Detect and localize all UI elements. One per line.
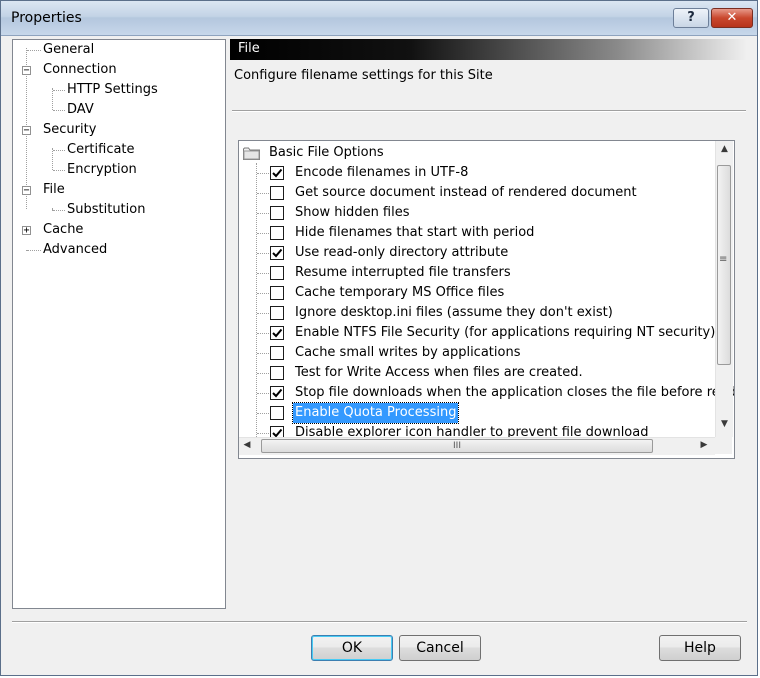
option-label: Encode filenames in UTF-8 — [295, 165, 469, 180]
group-label: Basic File Options — [269, 145, 384, 160]
option-checkbox[interactable] — [270, 246, 284, 260]
tree-line — [257, 273, 269, 274]
checkmark-icon — [272, 328, 283, 338]
checkmark-icon — [272, 248, 283, 258]
tree-line — [53, 90, 65, 91]
option-label: Cache temporary MS Office files — [295, 285, 505, 300]
option-label: Show hidden files — [295, 205, 410, 220]
title-close-button[interactable]: ✕ — [711, 8, 753, 28]
horizontal-scroll-thumb[interactable]: III — [261, 439, 653, 453]
option-label: Use read-only directory attribute — [295, 245, 509, 260]
option-checkbox[interactable] — [270, 206, 284, 220]
cache-expander[interactable]: + — [22, 226, 31, 236]
settings-tree[interactable]: − − − + General Connection HTTP Settings… — [12, 39, 226, 609]
option-checkbox[interactable] — [270, 286, 284, 300]
tree-line — [52, 88, 53, 110]
option-checkbox[interactable] — [270, 406, 284, 420]
option-checkbox[interactable] — [270, 326, 284, 340]
tree-item-encryption[interactable]: Encryption — [67, 160, 137, 180]
tree-line — [257, 433, 269, 434]
footer-separator — [12, 621, 747, 623]
panel-separator — [232, 110, 746, 112]
tree-item-connection[interactable]: Connection — [43, 60, 117, 80]
option-checkbox[interactable] — [270, 186, 284, 200]
tree-line — [53, 110, 65, 111]
scroll-left-arrow-icon[interactable]: ◀ — [241, 440, 253, 450]
panel-header-title: File — [238, 41, 260, 56]
option-checkbox[interactable] — [270, 306, 284, 320]
tree-line — [257, 193, 269, 194]
window-title: Properties — [11, 10, 82, 26]
option-label: Stop file downloads when the application… — [295, 385, 735, 400]
tree-item-cache[interactable]: Cache — [43, 220, 83, 240]
tree-item-advanced[interactable]: Advanced — [43, 240, 107, 260]
tree-line — [52, 148, 53, 170]
grip-icon: ≡ — [719, 254, 728, 265]
scroll-right-arrow-icon[interactable]: ▶ — [698, 440, 710, 450]
checkmark-icon — [272, 168, 283, 178]
option-label: Enable Quota Processing — [291, 402, 460, 424]
tree-item-certificate[interactable]: Certificate — [67, 140, 135, 160]
tree-line — [257, 333, 269, 334]
option-checkbox[interactable] — [270, 226, 284, 240]
cancel-button[interactable]: Cancel — [399, 635, 481, 661]
option-label: Enable NTFS File Security (for applicati… — [295, 325, 716, 340]
grip-icon: III — [453, 441, 461, 451]
option-checkbox[interactable] — [270, 366, 284, 380]
tree-item-substitution[interactable]: Substitution — [67, 200, 145, 220]
tree-line — [257, 313, 269, 314]
tree-line — [257, 353, 269, 354]
tree-line — [53, 150, 65, 151]
ok-button[interactable]: OK — [311, 635, 393, 661]
tree-line — [256, 163, 257, 437]
title-bar[interactable]: Properties ? ✕ — [1, 1, 757, 36]
file-expander[interactable]: − — [22, 186, 31, 196]
panel-header: File — [230, 39, 747, 60]
vertical-scroll-thumb[interactable]: ≡ — [717, 165, 731, 365]
option-label: Test for Write Access when files are cre… — [295, 365, 583, 380]
file-options-list[interactable]: Basic File Options Encode filenames in U… — [238, 140, 735, 459]
tree-item-http-settings[interactable]: HTTP Settings — [67, 80, 158, 100]
tree-line — [257, 413, 269, 414]
scroll-down-arrow-icon[interactable]: ▼ — [716, 419, 733, 429]
tree-line — [27, 250, 41, 251]
scrollbar-corner — [715, 437, 732, 454]
tree-line — [257, 293, 269, 294]
option-checkbox[interactable] — [270, 386, 284, 400]
security-expander[interactable]: − — [22, 126, 31, 136]
option-checkbox[interactable] — [270, 346, 284, 360]
tree-item-file[interactable]: File — [43, 180, 65, 200]
option-checkbox[interactable] — [270, 166, 284, 180]
tree-item-general[interactable]: General — [43, 40, 94, 60]
panel-description: Configure filename settings for this Sit… — [234, 68, 493, 83]
option-label: Get source document instead of rendered … — [295, 185, 637, 200]
properties-window: Properties ? ✕ − − − + General Connectio… — [0, 0, 758, 676]
scroll-up-arrow-icon[interactable]: ▲ — [716, 144, 733, 154]
tree-line — [27, 50, 41, 51]
option-label: Resume interrupted file transfers — [295, 265, 511, 280]
connection-expander[interactable]: − — [22, 66, 31, 76]
tree-item-dav[interactable]: DAV — [67, 100, 94, 120]
option-label: Hide filenames that start with period — [295, 225, 535, 240]
vertical-scrollbar[interactable]: ▲ ≡ ▼ — [715, 141, 733, 437]
tree-line — [257, 213, 269, 214]
folder-icon — [243, 147, 260, 160]
tree-line — [257, 373, 269, 374]
option-label: Cache small writes by applications — [295, 345, 521, 360]
tree-line — [53, 170, 65, 171]
help-button[interactable]: Help — [659, 635, 741, 661]
tree-line — [53, 210, 65, 211]
horizontal-scrollbar[interactable]: ◀ III ▶ — [239, 437, 715, 455]
tree-line — [257, 253, 269, 254]
tree-line — [257, 233, 269, 234]
tree-line — [257, 173, 269, 174]
tree-line — [257, 393, 269, 394]
tree-item-security[interactable]: Security — [43, 120, 96, 140]
option-label: Ignore desktop.ini files (assume they do… — [295, 305, 613, 320]
checkmark-icon — [272, 388, 283, 398]
title-help-button[interactable]: ? — [673, 8, 709, 28]
option-checkbox[interactable] — [270, 266, 284, 280]
